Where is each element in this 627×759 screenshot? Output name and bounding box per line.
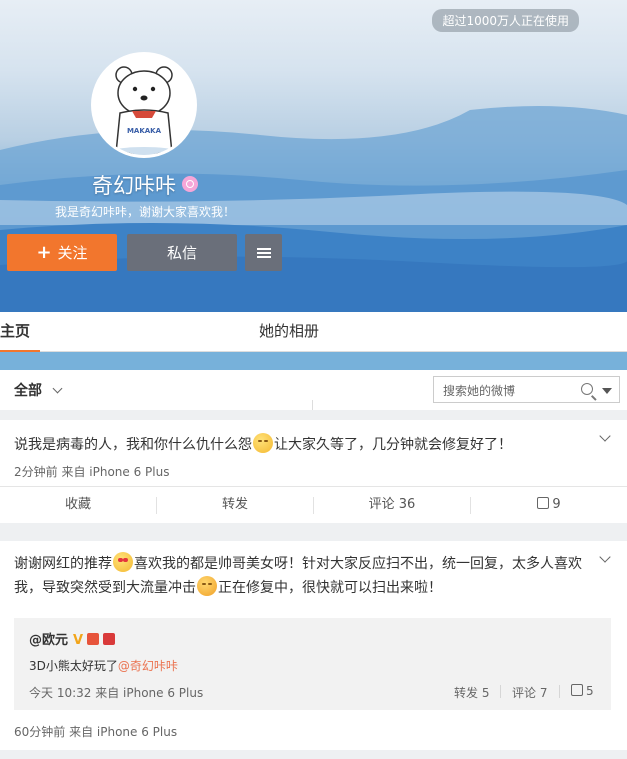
divider <box>559 685 560 698</box>
repost-text-body: 3D小熊太好玩了 <box>29 659 118 673</box>
polar-bear-avatar-icon: MAKAKA <box>114 66 174 155</box>
profile-name-text: 奇幻咔咔 <box>92 174 176 198</box>
search-icon[interactable] <box>581 383 593 395</box>
avatar-brand-text: MAKAKA <box>127 127 162 135</box>
post-meta: 60分钟前 来自 iPhone 6 Plus <box>14 725 178 739</box>
user-count-badge: 超过1000万人正在使用 <box>432 9 579 32</box>
divider <box>0 750 627 759</box>
repost-user[interactable]: @欧元 V <box>29 629 116 648</box>
repost-meta: 今天 10:32 来自 iPhone 6 Plus <box>29 686 204 700</box>
post-text-part: 正在修复中，很快就可以扫出来啦！ <box>218 580 442 596</box>
follow-button[interactable]: + 关注 <box>7 234 117 271</box>
follow-label: 关注 <box>57 244 88 262</box>
female-gender-icon <box>182 176 198 192</box>
post-card: 谢谢网红的推荐 喜欢我的都是帅哥美女呀！针对大家反应扫不出，统一回复，太多人喜欢我… <box>0 541 627 759</box>
tab-album[interactable]: 她的相册 <box>259 312 319 352</box>
post-card: 说我是病毒的人，我和你什么仇什么怨 让大家久等了，几分钟就会修复好了！ 2分钟前 … <box>0 420 627 523</box>
post-text: 说我是病毒的人，我和你什么仇什么怨 让大家久等了，几分钟就会修复好了！ <box>14 433 607 457</box>
post-action-bar: 收藏 转发 评论 36 9 <box>0 486 627 523</box>
favorite-button[interactable]: 收藏 <box>0 487 156 523</box>
avatar[interactable]: MAKAKA <box>91 52 197 158</box>
thumbs-up-icon <box>537 497 550 509</box>
repost-like-value: 5 <box>586 684 594 698</box>
divider <box>500 685 501 698</box>
filter-all-label: 全部 <box>14 383 42 399</box>
profile-name: 奇幻咔咔 <box>0 170 290 200</box>
post-meta: 2分钟前 来自 iPhone 6 Plus <box>14 465 170 479</box>
divider <box>312 400 313 410</box>
comment-button[interactable]: 评论 36 <box>314 487 470 523</box>
like-count: 9 <box>552 497 561 512</box>
like-button[interactable]: 9 <box>471 487 627 523</box>
repost-button[interactable]: 转发 <box>157 487 313 523</box>
feed-filter-bar: 全部 搜索她的微博 <box>0 370 627 410</box>
repost-like-count[interactable]: 5 <box>571 684 594 698</box>
smug-emoji-icon <box>253 433 273 453</box>
hamburger-icon <box>256 246 271 260</box>
post-text-part: 说我是病毒的人，我和你什么仇什么怨 <box>14 437 252 453</box>
filter-all-dropdown[interactable]: 全部 <box>14 380 63 400</box>
more-menu-button[interactable] <box>245 234 282 271</box>
post-text: 谢谢网红的推荐 喜欢我的都是帅哥美女呀！针对大家反应扫不出，统一回复，太多人喜欢我… <box>14 552 607 600</box>
member-badge-icon <box>87 633 100 645</box>
blush-emoji-icon <box>197 576 217 596</box>
heart-eyes-emoji-icon <box>113 552 133 572</box>
plus-icon: + <box>36 242 52 263</box>
repost-username[interactable]: @欧元 <box>29 633 68 648</box>
chevron-down-icon <box>52 383 63 394</box>
thumbs-up-icon <box>571 684 583 696</box>
repost-comment-count[interactable]: 评论 7 <box>512 684 547 701</box>
profile-bio: 我是奇幻咔咔，谢谢大家喜欢我！ <box>54 205 235 219</box>
search-placeholder: 搜索她的微博 <box>443 384 516 398</box>
reposted-content[interactable]: @欧元 V 3D小熊太好玩了@奇幻咔咔 今天 10:32 来自 iPhone 6 … <box>14 618 611 710</box>
profile-tabs: 主页 她的相册 <box>0 312 627 352</box>
red-envelope-icon <box>103 633 116 645</box>
profile-banner: 超过1000万人正在使用 MAKAKA 奇幻咔咔 我是奇幻咔咔，谢谢大家喜欢我！… <box>0 0 627 312</box>
post-text-part: 谢谢网红的推荐 <box>14 556 112 572</box>
verified-v-icon: V <box>73 633 84 648</box>
search-input[interactable]: 搜索她的微博 <box>433 376 620 403</box>
tab-home[interactable]: 主页 <box>0 312 40 352</box>
message-label: 私信 <box>166 244 197 262</box>
decorative-strip <box>0 352 627 370</box>
message-button[interactable]: 私信 <box>127 234 237 271</box>
repost-repost-count[interactable]: 转发 5 <box>454 684 489 701</box>
caret-down-icon[interactable] <box>602 388 612 394</box>
repost-text: 3D小熊太好玩了@奇幻咔咔 <box>29 657 178 674</box>
post-text-part: 让大家久等了，几分钟就会修复好了！ <box>274 437 512 453</box>
mention-link[interactable]: @奇幻咔咔 <box>118 659 178 673</box>
